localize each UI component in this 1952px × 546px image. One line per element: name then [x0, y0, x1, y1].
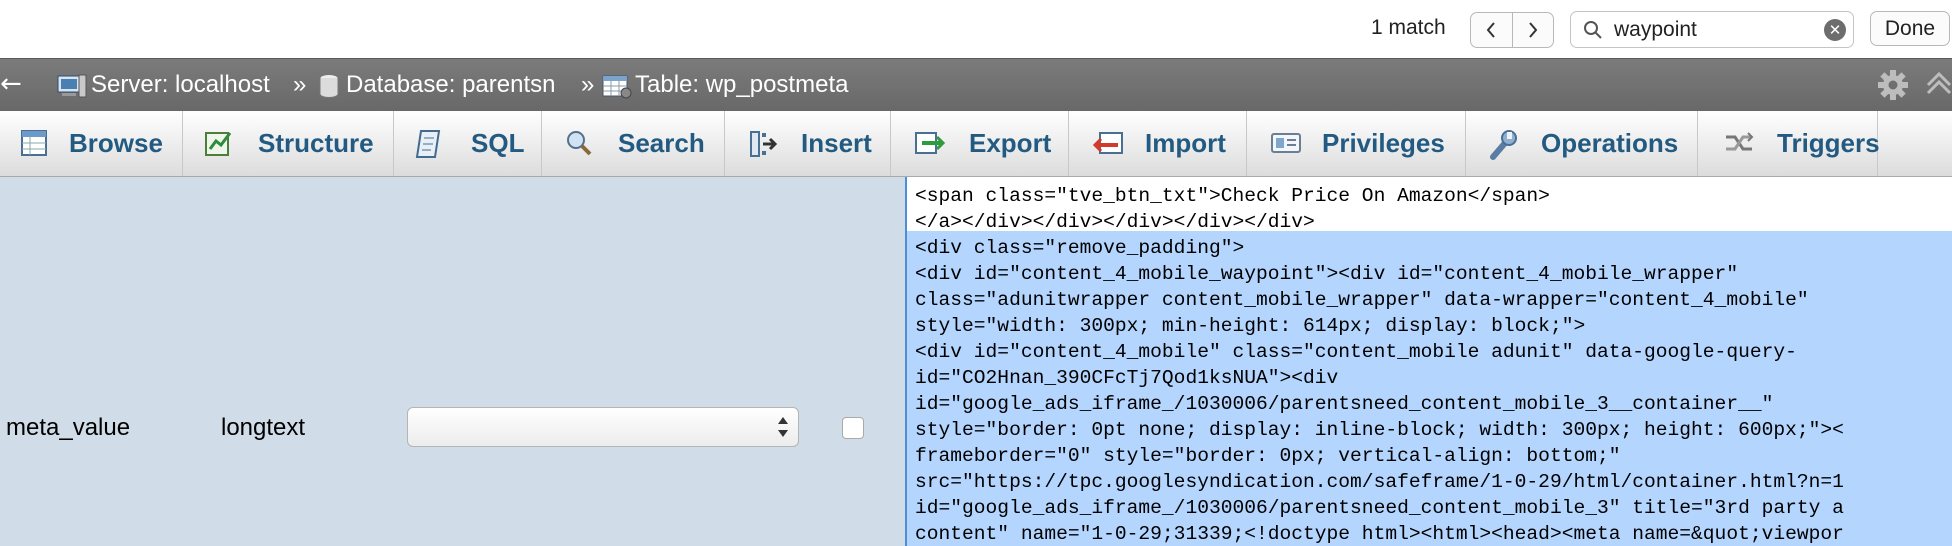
code-line: class="adunitwrapper content_mobile_wrap…	[915, 289, 1809, 311]
triggers-icon	[1726, 132, 1754, 151]
find-search-value: waypoint	[1614, 18, 1697, 41]
export-icon	[915, 132, 946, 154]
null-checkbox[interactable]	[842, 417, 864, 439]
edit-row-panel: meta_value longtext <span class="tve_btn…	[0, 177, 1952, 546]
breadcrumb-separator: »	[581, 71, 595, 98]
code-line: <div id="content_4_mobile_waypoint"><div…	[915, 263, 1739, 285]
tab-import[interactable]: Import	[1068, 111, 1247, 176]
column-type: longtext	[221, 414, 306, 441]
breadcrumb-database[interactable]: Database: parentsn	[346, 71, 555, 99]
tab-label: Export	[969, 128, 1052, 158]
find-nav-group	[1470, 12, 1554, 48]
wrench-icon	[1490, 130, 1517, 160]
select-arrows-icon	[778, 417, 788, 437]
code-line: style="width: 300px; min-height: 614px; …	[915, 315, 1586, 337]
tab-operations[interactable]: Operations	[1465, 111, 1698, 176]
browse-icon	[21, 130, 47, 156]
code-line: src="https://tpc.googlesyndication.com/s…	[915, 471, 1844, 493]
code-line: id="google_ads_iframe_/1030006/parentsne…	[915, 497, 1844, 519]
sql-icon	[415, 130, 441, 158]
tab-label: SQL	[471, 128, 525, 158]
breadcrumb-server[interactable]: Server: localhost	[91, 71, 270, 99]
server-icon	[57, 74, 87, 98]
tab-label: Triggers	[1777, 128, 1880, 158]
tab-structure[interactable]: Structure	[182, 111, 394, 176]
code-line: content" name="1-0-29;31339;<!doctype ht…	[915, 523, 1844, 545]
code-line: style="border: 0pt none; display: inline…	[915, 419, 1844, 441]
find-done-button[interactable]: Done	[1870, 11, 1950, 46]
gear-icon[interactable]	[1877, 69, 1909, 101]
clear-search-icon[interactable]: ✕	[1824, 19, 1846, 41]
column-name: meta_value	[6, 414, 131, 441]
tab-insert[interactable]: Insert	[724, 111, 891, 176]
find-previous-button[interactable]	[1471, 13, 1512, 47]
tab-label: Import	[1145, 128, 1226, 158]
insert-icon	[750, 131, 778, 157]
tab-search[interactable]: Search	[541, 111, 725, 176]
breadcrumb: ← Server: localhost » Database: parentsn…	[0, 58, 1952, 112]
tab-export[interactable]: Export	[890, 111, 1069, 176]
code-line: <div class="remove_padding">	[915, 237, 1245, 259]
database-icon	[319, 74, 339, 98]
code-line: <span class="tve_btn_txt">Check Price On…	[915, 185, 1550, 207]
code-line: id="google_ads_iframe_/1030006/parentsne…	[915, 393, 1774, 415]
find-search-input[interactable]: waypoint ✕	[1570, 11, 1854, 48]
tab-sql[interactable]: SQL	[393, 111, 542, 176]
find-match-count: 1 match	[1371, 16, 1446, 39]
tab-bar: Browse Structure SQL Search Insert Expor…	[0, 111, 1952, 177]
table-icon	[602, 75, 632, 99]
function-select[interactable]	[407, 407, 799, 447]
find-bar: 1 match waypoint ✕ Done	[0, 0, 1952, 58]
structure-icon	[205, 132, 232, 156]
tab-label: Structure	[258, 128, 374, 158]
code-line: id="CO2Hnan_390CFcTj7Qod1ksNUA"><div	[915, 367, 1339, 389]
tab-label: Privileges	[1322, 128, 1445, 158]
collapse-icon[interactable]	[1926, 71, 1952, 97]
breadcrumb-table[interactable]: Table: wp_postmeta	[635, 71, 848, 99]
value-textarea[interactable]: <span class="tve_btn_txt">Check Price On…	[905, 177, 1952, 546]
breadcrumb-separator: »	[293, 71, 307, 98]
magnifier-icon	[1584, 21, 1602, 39]
import-icon	[1092, 132, 1123, 154]
tab-label: Search	[618, 128, 705, 158]
tab-label: Browse	[69, 128, 163, 158]
code-line: </a></div></div></div></div></div>	[915, 211, 1315, 233]
find-next-button[interactable]	[1511, 13, 1554, 47]
tab-label: Insert	[801, 128, 872, 158]
back-arrow-icon[interactable]: ←	[0, 69, 22, 99]
search-icon	[567, 131, 592, 156]
tab-label: Operations	[1541, 128, 1679, 158]
chevron-right-icon	[1528, 22, 1538, 38]
editor-top-edge	[907, 177, 1952, 181]
code-line: <div id="content_4_mobile" class="conten…	[915, 341, 1797, 363]
tab-browse[interactable]: Browse	[0, 111, 183, 176]
tab-triggers[interactable]: Triggers	[1697, 111, 1880, 176]
chevron-left-icon	[1486, 22, 1496, 38]
privileges-icon	[1271, 133, 1301, 153]
code-line: frameborder="0" style="border: 0px; vert…	[915, 445, 1621, 467]
tab-privileges[interactable]: Privileges	[1246, 111, 1466, 176]
